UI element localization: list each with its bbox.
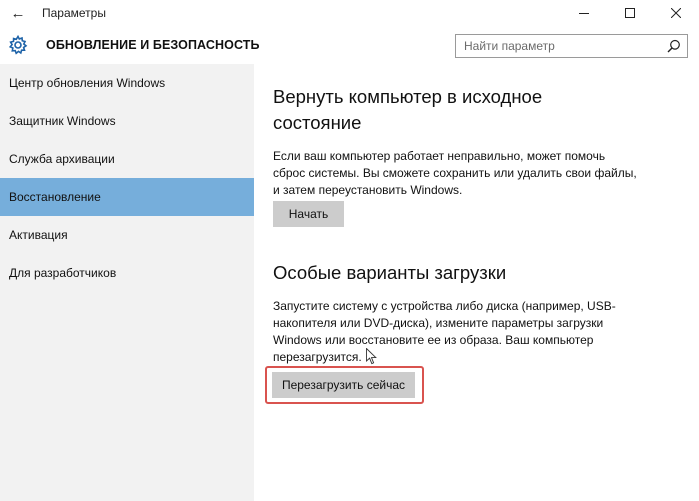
sidebar-item-label: Центр обновления Windows <box>9 76 166 90</box>
advanced-startup-title: Особые варианты загрузки <box>273 262 507 283</box>
maximize-button[interactable] <box>607 0 653 26</box>
reset-description: Если ваш компьютер работает неправильно,… <box>273 149 637 197</box>
sidebar-item-for-developers[interactable]: Для разработчиков <box>0 254 254 292</box>
main-content: Вернуть компьютер в исходное состояние Е… <box>254 64 699 501</box>
window-controls <box>561 0 699 26</box>
sidebar-item-label: Служба архивации <box>9 152 115 166</box>
sidebar-item-recovery[interactable]: Восстановление <box>0 178 254 216</box>
minimize-icon <box>579 13 589 14</box>
sidebar-item-activation[interactable]: Активация <box>0 216 254 254</box>
search-input[interactable] <box>456 35 661 57</box>
advanced-startup-description: Запустите систему с устройства либо диск… <box>273 299 616 364</box>
sidebar-item-windows-defender[interactable]: Защитник Windows <box>0 102 254 140</box>
reset-section-title: Вернуть компьютер в исходное состояние <box>273 86 543 133</box>
back-arrow-icon: ← <box>10 4 26 22</box>
minimize-button[interactable] <box>561 0 607 26</box>
sidebar-item-label: Восстановление <box>9 190 101 204</box>
window-title: Параметры <box>42 6 106 20</box>
search-icon[interactable] <box>661 35 687 57</box>
section-title: ОБНОВЛЕНИЕ И БЕЗОПАСНОСТЬ <box>46 38 260 52</box>
settings-header: ОБНОВЛЕНИЕ И БЕЗОПАСНОСТЬ <box>0 26 699 64</box>
sidebar-item-label: Защитник Windows <box>9 114 116 128</box>
back-button[interactable]: ← <box>0 0 36 26</box>
close-icon <box>671 8 681 18</box>
gear-icon <box>8 35 28 55</box>
restart-now-button[interactable]: Перезагрузить сейчас <box>272 372 415 398</box>
sidebar-item-label: Для разработчиков <box>9 266 117 280</box>
settings-window: ← Параметры ОБНОВЛЕНИЕ И БЕЗОПАСНОСТЬ На… <box>0 0 699 501</box>
mouse-cursor-icon <box>366 348 377 365</box>
sidebar: Центр обновления Windows Защитник Window… <box>0 64 254 501</box>
sidebar-item-windows-update[interactable]: Центр обновления Windows <box>0 64 254 102</box>
search-box[interactable] <box>455 34 688 58</box>
title-bar: ← Параметры <box>0 0 699 26</box>
maximize-icon <box>625 8 635 18</box>
sidebar-item-label: Активация <box>9 228 68 242</box>
close-button[interactable] <box>653 0 699 26</box>
get-started-button[interactable]: Начать <box>273 201 344 227</box>
sidebar-item-backup[interactable]: Служба архивации <box>0 140 254 178</box>
